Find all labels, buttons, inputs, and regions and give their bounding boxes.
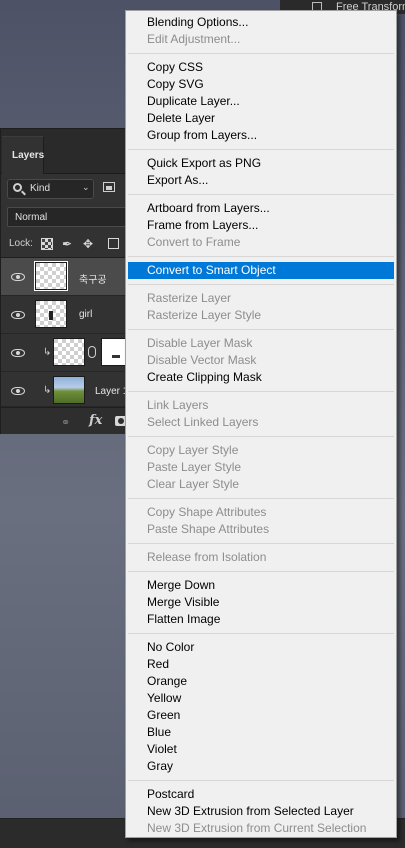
menu-separator [128,391,394,392]
layer-context-menu: Blending Options... Edit Adjustment... Cop… [125,10,397,838]
menu-item-copy-svg[interactable]: Copy SVG [128,76,394,93]
menu-separator [128,571,394,572]
layer-name[interactable]: girl [79,309,92,320]
clipping-arrow-icon: ↳ [43,347,52,358]
link-chain-icon[interactable] [88,346,96,358]
menu-item-copy-layer-style: Copy Layer Style [147,443,239,457]
chevron-down-icon: ⌄ [82,182,90,192]
menu-item-disable-vector-mask: Disable Vector Mask [147,353,257,367]
menu-separator [128,194,394,195]
menu-separator [128,436,394,437]
fx-icon[interactable]: fx [89,413,102,428]
visibility-eye-icon[interactable] [11,387,25,395]
menu-item-postcard[interactable]: Postcard [128,786,394,803]
menu-separator [128,329,394,330]
layer-thumbnail [35,300,67,328]
menu-item-edit-adjustment: Edit Adjustment... [147,32,241,46]
menu-item-blue[interactable]: Blue [128,724,394,741]
menu-item-paste-layer-style: Paste Layer Style [147,460,242,474]
menu-item-create-clipping-mask[interactable]: Create Clipping Mask [128,369,394,386]
menu-item-artboard-from-layers[interactable]: Artboard from Layers... [128,200,394,217]
menu-separator [128,780,394,781]
menu-item-rasterize-layer-style: Rasterize Layer Style [147,308,262,322]
menu-item-green[interactable]: Green [128,707,394,724]
menu-item-delete-layer[interactable]: Delete Layer [128,110,394,127]
layer-name[interactable]: Layer 1 [95,386,128,397]
menu-item-release-from-isolation: Release from Isolation [147,550,267,564]
menu-item-red[interactable]: Red [128,656,394,673]
menu-item-export-as[interactable]: Export As... [128,172,394,189]
menu-item-convert-to-smart-object[interactable]: Convert to Smart Object [128,262,394,279]
menu-item-gray[interactable]: Gray [128,758,394,775]
lock-artboard-icon[interactable] [108,238,119,249]
menu-item-blending-options[interactable]: Blending Options... [128,14,394,31]
figure-mark [49,311,53,320]
menu-item-copy-shape-attributes: Copy Shape Attributes [147,505,267,519]
menu-separator [128,498,394,499]
menu-item-select-linked-layers: Select Linked Layers [147,415,259,429]
menu-item-merge-visible[interactable]: Merge Visible [128,594,394,611]
visibility-eye-icon[interactable] [11,349,25,357]
layer-row[interactable]: ↳ Layer 1 [1,372,136,407]
menu-item-rasterize-layer: Rasterize Layer [147,291,232,305]
menu-item-orange[interactable]: Orange [128,673,394,690]
layers-footer: ⚭ fx [1,407,136,434]
menu-item-merge-down[interactable]: Merge Down [128,577,394,594]
menu-separator [128,543,394,544]
menu-item-copy-css[interactable]: Copy CSS [128,59,394,76]
layer-name[interactable]: 축구공 [79,271,107,286]
menu-item-duplicate-layer[interactable]: Duplicate Layer... [128,93,394,110]
layer-thumbnail [34,261,68,291]
menu-item-frame-from-layers[interactable]: Frame from Layers... [128,217,394,234]
visibility-eye-icon[interactable] [11,273,25,281]
layer-row[interactable]: girl [1,296,136,334]
menu-item-violet[interactable]: Violet [128,741,394,758]
menu-item-convert-to-frame: Convert to Frame [147,235,241,249]
clipping-arrow-icon: ↳ [43,385,52,396]
menu-item-quick-export-as-png[interactable]: Quick Export as PNG [128,155,394,172]
panel-tab-bar: Layers [1,129,136,174]
menu-separator [128,53,394,54]
menu-item-group-from-layers[interactable]: Group from Layers... [128,127,394,144]
menu-separator [128,633,394,634]
menu-separator [128,284,394,285]
menu-separator [128,149,394,150]
blend-mode-select[interactable]: Normal [7,207,132,227]
lock-image-pixels-icon[interactable]: ✒ [62,238,74,250]
layer-thumbnail [53,376,85,404]
menu-item-clear-layer-style: Clear Layer Style [147,477,240,491]
menu-item-paste-shape-attributes: Paste Shape Attributes [147,522,270,536]
search-icon [13,183,22,192]
lock-position-icon[interactable]: ✥ [83,238,95,250]
menu-item-new-3d-extrusion-from-selected-layer[interactable]: New 3D Extrusion from Selected Layer [128,803,394,820]
menu-item-link-layers: Link Layers [147,398,209,412]
filter-kind-value: Kind [30,183,51,194]
tab-layers[interactable]: Layers [2,136,44,174]
layer-row[interactable]: 축구공 [1,258,136,296]
menu-item-yellow[interactable]: Yellow [128,690,394,707]
layer-row[interactable]: ↳ [1,334,136,372]
menu-item-disable-layer-mask: Disable Layer Mask [147,336,253,350]
lock-row: Lock: ✒ ✥ [7,237,132,253]
visibility-eye-icon[interactable] [11,311,25,319]
lock-transparent-pixels-icon[interactable] [41,238,53,250]
blend-mode-value: Normal [15,212,48,223]
pixel-layer-filter-icon[interactable] [103,182,115,192]
menu-item-new-3d-extrusion-from-current-selection: New 3D Extrusion from Current Selection [147,821,367,835]
menu-item-flatten-image[interactable]: Flatten Image [128,611,394,628]
filter-kind-select[interactable]: Kind ⌄ [7,179,94,199]
link-layers-icon[interactable]: ⚭ [61,416,70,429]
menu-separator [128,256,394,257]
layer-thumbnail [53,338,85,366]
menu-item-no-color[interactable]: No Color [128,639,394,656]
lock-label: Lock: [9,238,33,249]
layers-panel: Layers Kind ⌄ Normal Lock: ✒ ✥ 축구공 girl … [0,128,136,434]
